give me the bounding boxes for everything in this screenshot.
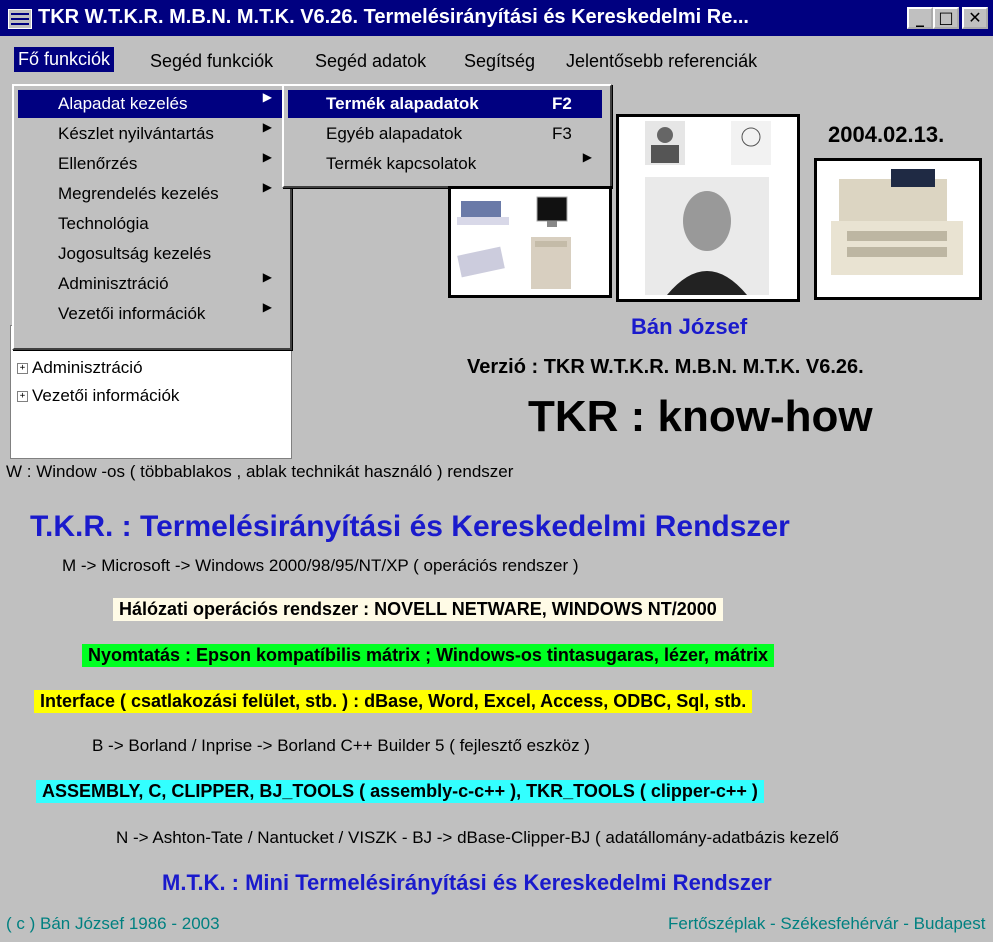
maximize-button[interactable]: □ <box>933 7 959 29</box>
submenu-arrow-icon: ▶ <box>262 300 272 314</box>
window-title: TKR W.T.K.R. M.B.N. M.T.K. V6.26. Termel… <box>38 6 749 28</box>
menu-item-megrendeles[interactable]: Megrendelés kezelés ▶ <box>18 180 282 208</box>
menu-seged-funkciok[interactable]: Segéd funkciók <box>150 51 273 72</box>
maximize-icon: □ <box>938 8 954 27</box>
printing-line: Nyomtatás : Epson kompatíbilis mátrix ; … <box>82 644 775 667</box>
minimize-icon: _ <box>916 8 924 27</box>
copyright-text: ( c ) Bán József 1986 - 2003 <box>6 914 220 933</box>
submenu-arrow-icon: ▶ <box>262 270 272 284</box>
title-bar: TKR W.T.K.R. M.B.N. M.T.K. V6.26. Termel… <box>0 0 993 36</box>
assembly-line: ASSEMBLY, C, CLIPPER, BJ_TOOLS ( assembl… <box>36 780 764 803</box>
main-dropdown-menu: Alapadat kezelés ▶ Készlet nyilvántartás ▶… <box>12 84 292 350</box>
submenu-arrow-icon: ▶ <box>262 120 272 134</box>
menu-item-ellenorzes[interactable]: Ellenőrzés ▶ <box>18 150 282 178</box>
menu-item-termek-alapadatok[interactable]: Termék alapadatok F2 <box>288 90 602 118</box>
menu-item-adminisztracio[interactable]: Adminisztráció ▶ <box>18 270 282 298</box>
menu-item-egyeb-alapadatok[interactable]: Egyéb alapadatok F3 <box>288 120 602 148</box>
close-icon: ✕ <box>968 8 982 27</box>
cash-register-icon <box>831 169 963 275</box>
know-how-heading: TKR : know-how <box>528 392 873 441</box>
menu-item-vezetoi[interactable]: Vezetői információk ▶ <box>18 300 282 328</box>
tree-item-vezetoi-informaciok[interactable]: + Vezetői információk <box>17 386 179 406</box>
tkr-description: T.K.R. : Termelésirányítási és Kereskede… <box>30 510 790 543</box>
expand-icon[interactable]: + <box>17 363 28 375</box>
menu-item-keszlet[interactable]: Készlet nyilvántartás ▶ <box>18 120 282 148</box>
locations-text: Fertőszéplak - Székesfehérvár - Budapest <box>668 914 986 933</box>
menu-seged-adatok[interactable]: Segéd adatok <box>315 51 426 72</box>
menu-jelentosebb-referenciak[interactable]: Jelentősebb referenciák <box>566 51 757 72</box>
current-date: 2004.02.13. <box>828 122 945 147</box>
mtk-description: M.T.K. : Mini Termelésirányítási és Kere… <box>162 870 772 895</box>
menu-item-jogosultsag[interactable]: Jogosultság kezelés <box>18 240 282 268</box>
close-button[interactable]: ✕ <box>962 7 988 29</box>
menu-item-alapadat-kezeles[interactable]: Alapadat kezelés ▶ <box>18 90 282 118</box>
person-name: Bán József <box>631 314 748 339</box>
b-description: B -> Borland / Inprise -> Borland C++ Bu… <box>92 736 590 755</box>
n-description: N -> Ashton-Tate / Nantucket / VISZK - B… <box>116 828 839 847</box>
submenu-arrow-icon: ▶ <box>262 150 272 164</box>
portrait-photos <box>645 121 771 295</box>
computer-hardware-icon <box>457 196 571 289</box>
submenu-arrow-icon: ▶ <box>262 180 272 194</box>
interface-line: Interface ( csatlakozási felület, stb. )… <box>34 690 753 713</box>
expand-icon[interactable]: + <box>17 391 28 403</box>
m-description: M -> Microsoft -> Windows 2000/98/95/NT/… <box>62 556 579 575</box>
menu-fo-funkciok[interactable]: Fő funkciók <box>14 47 115 72</box>
network-os-line: Hálózati operációs rendszer : NOVELL NET… <box>113 598 723 621</box>
version-text: Verzió : TKR W.T.K.R. M.B.N. M.T.K. V6.2… <box>467 356 864 378</box>
submenu-arrow-icon: ▶ <box>582 150 592 164</box>
cash-register-image <box>814 158 982 300</box>
submenu-arrow-icon: ▶ <box>262 90 272 104</box>
w-description: W : Window -os ( többablakos , ablak tec… <box>6 462 514 481</box>
tree-item-adminisztracio[interactable]: + Adminisztráció <box>17 358 143 378</box>
alapadat-submenu: Termék alapadatok F2 Egyéb alapadatok F3 T… <box>282 84 612 188</box>
minimize-button[interactable]: _ <box>907 7 933 29</box>
menu-item-technologia[interactable]: Technológia <box>18 210 282 238</box>
portrait-frame <box>616 114 800 302</box>
hardware-image <box>448 186 612 298</box>
menu-segitseg[interactable]: Segítség <box>464 51 535 72</box>
menu-item-termek-kapcsolatok[interactable]: Termék kapcsolatok ▶ <box>288 150 602 178</box>
app-icon[interactable] <box>8 9 32 29</box>
